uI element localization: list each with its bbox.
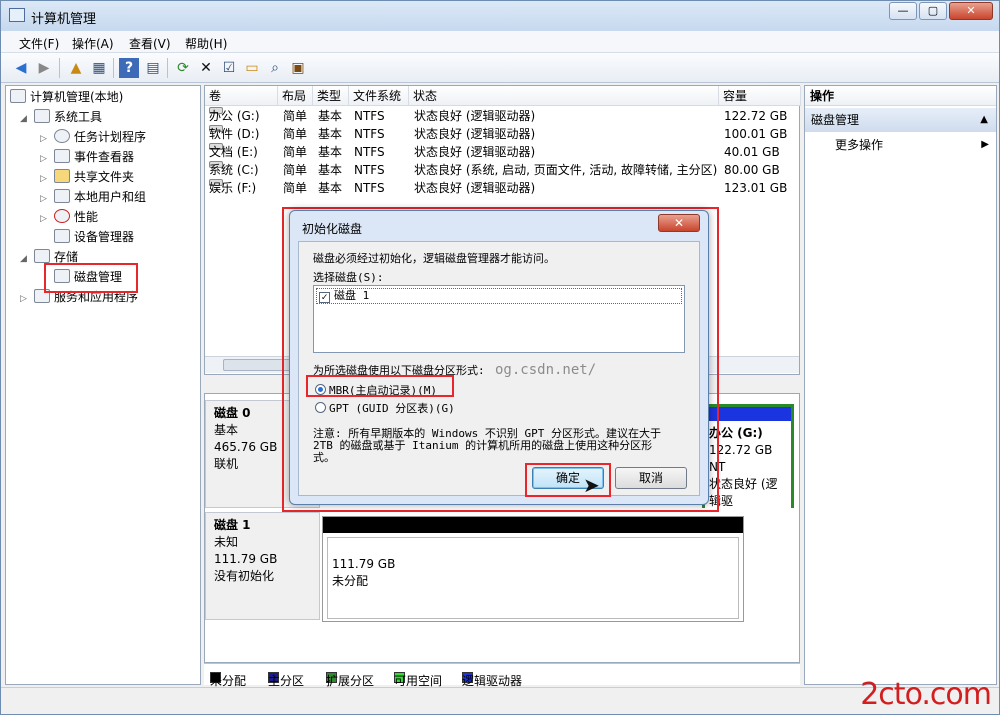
dialog-body: 磁盘必须经过初始化，逻辑磁盘管理器才能访问。 选择磁盘(S): ✓ 磁盘 1 为所… xyxy=(298,241,700,496)
gpt-radio[interactable]: GPT (GUID 分区表)(G) xyxy=(315,400,455,416)
tree-device-manager[interactable]: 设备管理器 xyxy=(54,228,134,246)
window-title: 计算机管理 xyxy=(31,12,97,27)
menu-action[interactable]: 操作(A) xyxy=(72,35,114,52)
disk1-label[interactable]: 磁盘 1 未知 111.79 GB 没有初始化 xyxy=(205,512,320,620)
shared-folder-icon xyxy=(54,169,70,183)
tree-local-users[interactable]: ▷ 本地用户和组 xyxy=(40,188,146,206)
device-manager-icon xyxy=(54,229,70,243)
properties-icon[interactable]: ☑ xyxy=(219,58,239,78)
tree-system-tools[interactable]: ◢ 系统工具 xyxy=(20,108,102,126)
event-viewer-icon xyxy=(54,149,70,163)
search-icon[interactable]: ⌕ xyxy=(265,58,285,78)
actions-pane: 操作 磁盘管理 ▲ 更多操作 ▶ xyxy=(804,85,997,685)
watermark-text: og.csdn.net/ xyxy=(495,362,597,378)
menu-view[interactable]: 查看(V) xyxy=(129,35,171,52)
help-icon[interactable]: ? xyxy=(119,58,139,78)
unallocated-area[interactable]: 111.79 GB 未分配 xyxy=(322,516,744,622)
computer-management-window: 计算机管理 — ▢ ✕ 文件(F) 操作(A) 查看(V) 帮助(H) ◀ ▶ … xyxy=(0,0,1000,715)
col-layout[interactable]: 布局 xyxy=(278,86,313,106)
forward-icon[interactable]: ▶ xyxy=(34,58,54,78)
highlight-disk-management xyxy=(44,263,138,293)
users-icon xyxy=(54,189,70,203)
note-line3: 式。 xyxy=(313,451,335,464)
actions-header: 操作 xyxy=(805,86,996,106)
maximize-button[interactable]: ▢ xyxy=(919,2,947,20)
disk-list-item[interactable]: ✓ 磁盘 1 xyxy=(316,288,682,304)
dialog-title: 初始化磁盘 xyxy=(302,222,363,236)
cancel-button[interactable]: 取消 xyxy=(615,467,687,489)
tools-icon xyxy=(34,109,50,123)
disk-list[interactable]: ✓ 磁盘 1 xyxy=(313,285,685,353)
col-volume[interactable]: 卷 xyxy=(205,86,278,106)
tree-root[interactable]: 计算机管理(本地) xyxy=(10,88,123,106)
menu-bar: 文件(F) 操作(A) 查看(V) 帮助(H) xyxy=(1,31,999,53)
col-type[interactable]: 类型 xyxy=(313,86,349,106)
more-actions[interactable]: 更多操作 ▶ xyxy=(835,136,993,154)
tree-performance[interactable]: ▷ 性能 xyxy=(40,208,98,226)
highlight-mbr xyxy=(306,375,454,397)
tree-task-scheduler[interactable]: ▷ 任务计划程序 xyxy=(40,128,146,146)
clock-icon xyxy=(54,129,70,143)
checkbox-icon: ✓ xyxy=(319,292,330,303)
refresh-icon[interactable]: ⟳ xyxy=(173,58,193,78)
action-pane-icon[interactable]: ▤ xyxy=(143,58,163,78)
tree-shared-folders[interactable]: ▷ 共享文件夹 xyxy=(40,168,134,186)
computer-icon xyxy=(10,89,26,103)
dialog-close-button[interactable]: ✕ xyxy=(658,214,700,232)
navigation-tree: 计算机管理(本地) ◢ 系统工具 ▷ 任务计划程序 ▷ 事件查看器 ▷ 共享文件夹 ▷ 本… xyxy=(5,85,201,685)
table-row[interactable]: 文档 (E:) 简单 基本 NTFS 状态良好 (逻辑驱动器) 40.01 GB xyxy=(205,143,801,161)
disk-properties-icon[interactable]: ▣ xyxy=(288,58,308,78)
table-row[interactable]: 办公 (G:) 简单 基本 NTFS 状态良好 (逻辑驱动器) 122.72 GB xyxy=(205,107,801,125)
note-line2: 2TB 的磁盘或基于 Itanium 的计算机所用的磁盘上使用这种分区形 xyxy=(313,439,653,452)
menu-file[interactable]: 文件(F) xyxy=(19,35,59,52)
col-capacity[interactable]: 容量 xyxy=(719,86,801,106)
collapse-icon: ▲ xyxy=(980,114,988,125)
status-bar xyxy=(1,687,999,714)
watermark-logo: 2cto.com xyxy=(860,677,992,712)
toolbar: ◀ ▶ ▲ ▦ ? ▤ ⟳ ✕ ☑ ▭ ⌕ ▣ xyxy=(1,53,999,83)
back-icon[interactable]: ◀ xyxy=(11,58,31,78)
performance-icon xyxy=(54,209,70,223)
show-hide-tree-icon[interactable]: ▦ xyxy=(89,58,109,78)
col-filesystem[interactable]: 文件系统 xyxy=(349,86,409,106)
title-bar: 计算机管理 — ▢ ✕ xyxy=(1,1,999,31)
mouse-cursor-icon: ➤ xyxy=(583,473,600,497)
close-button[interactable]: ✕ xyxy=(949,2,993,20)
table-row[interactable]: 系统 (C:) 简单 基本 NTFS 状态良好 (系统, 启动, 页面文件, 活动, … xyxy=(205,161,801,179)
table-row[interactable]: 娱乐 (F:) 简单 基本 NTFS 状态良好 (逻辑驱动器) 123.01 GB xyxy=(205,179,801,197)
computer-management-icon xyxy=(9,8,25,22)
menu-help[interactable]: 帮助(H) xyxy=(185,35,227,52)
tree-event-viewer[interactable]: ▷ 事件查看器 xyxy=(40,148,134,166)
legend: 未分配 主分区 扩展分区 可用空间 逻辑驱动器 xyxy=(204,663,800,688)
minimize-button[interactable]: — xyxy=(889,2,917,20)
submenu-arrow-icon: ▶ xyxy=(981,139,989,150)
table-row[interactable]: 软件 (D:) 简单 基本 NTFS 状态良好 (逻辑驱动器) 100.01 GB xyxy=(205,125,801,143)
up-folder-icon[interactable]: ▲ xyxy=(66,58,86,78)
radio-empty-icon xyxy=(315,402,326,413)
initialize-disk-dialog: 初始化磁盘 ✕ 磁盘必须经过初始化，逻辑磁盘管理器才能访问。 选择磁盘(S): … xyxy=(289,210,709,505)
actions-section-disk-management[interactable]: 磁盘管理 ▲ xyxy=(805,108,996,132)
select-disk-label: 选择磁盘(S): xyxy=(313,271,384,284)
storage-icon xyxy=(34,249,50,263)
col-status[interactable]: 状态 xyxy=(409,86,719,106)
dialog-description: 磁盘必须经过初始化，逻辑磁盘管理器才能访问。 xyxy=(313,252,555,265)
delete-icon[interactable]: ✕ xyxy=(196,58,216,78)
open-folder-icon[interactable]: ▭ xyxy=(242,58,262,78)
